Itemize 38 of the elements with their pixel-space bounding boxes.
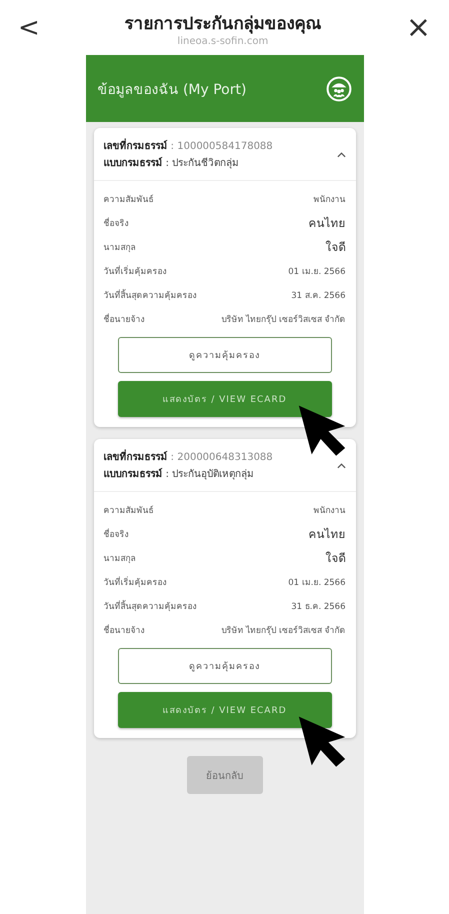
field-value: บริษัท ไทยกรุ๊ป เซอร์วิสเซส จำกัด xyxy=(221,624,346,637)
field-value: 01 เม.ย. 2566 xyxy=(288,577,346,589)
policy-number: เลขที่กรมธรรม์ : 200000648313088 xyxy=(104,449,273,466)
field-label: ชื่อนายจ้าง xyxy=(104,623,144,637)
policy-number: เลขที่กรมธรรม์ : 100000584178088 xyxy=(104,138,273,155)
field-label: วันที่เริ่มคุ้มครอง xyxy=(104,264,166,278)
field-label: วันที่สิ้นสุดความคุ้มครอง xyxy=(104,599,196,613)
chevron-icon[interactable] xyxy=(336,463,346,469)
policy-type: แบบกรมธรรม์ : ประกันอุบัติเหตุกลุ่ม xyxy=(104,467,256,482)
page-url: lineoa.s-sofin.com xyxy=(176,36,270,46)
view-coverage-button[interactable]: ดูความคุ้มครอง xyxy=(118,337,332,373)
page-title: รายการประกันกลุ่มของคุณ xyxy=(124,12,322,36)
view-coverage-button[interactable]: ดูความคุ้มครอง xyxy=(118,648,332,684)
field-label: นามสกุล xyxy=(104,242,136,254)
field-label: ความสัมพันธ์ xyxy=(104,194,154,206)
field-value: คนไทย xyxy=(308,215,346,232)
field-label: วันที่เริ่มคุ้มครอง xyxy=(104,575,166,589)
field-value: บริษัท ไทยกรุ๊ป เซอร์วิสเซส จำกัด xyxy=(221,313,346,326)
field-value: พนักงาน xyxy=(314,505,346,517)
field-value: คนไทย xyxy=(308,526,346,543)
field-value: พนักงาน xyxy=(314,194,346,206)
close-icon[interactable]: × xyxy=(406,12,431,42)
policy-type: แบบกรมธรรม์ : ประกันชีวิตกลุ่ม xyxy=(104,156,240,171)
umbrella-group-icon xyxy=(326,76,352,102)
field-value: 31 ธ.ค. 2566 xyxy=(291,601,346,613)
back-icon[interactable]: < xyxy=(18,14,40,40)
field-label: ชื่อจริง xyxy=(104,527,128,541)
field-label: ชื่อนายจ้าง xyxy=(104,312,144,326)
chevron-icon[interactable] xyxy=(336,152,346,158)
field-value: ใจดี xyxy=(326,239,346,256)
field-value: 01 เม.ย. 2566 xyxy=(288,266,346,278)
field-value: ใจดี xyxy=(326,550,346,567)
field-label: ความสัมพันธ์ xyxy=(104,504,154,517)
field-value: 31 ส.ค. 2566 xyxy=(291,290,346,302)
field-label: ชื่อจริง xyxy=(104,216,128,230)
field-label: วันที่สิ้นสุดความคุ้มครอง xyxy=(104,288,196,302)
field-label: นามสกุล xyxy=(104,553,136,565)
banner-title: ข้อมูลของฉัน (My Port) xyxy=(98,80,246,100)
